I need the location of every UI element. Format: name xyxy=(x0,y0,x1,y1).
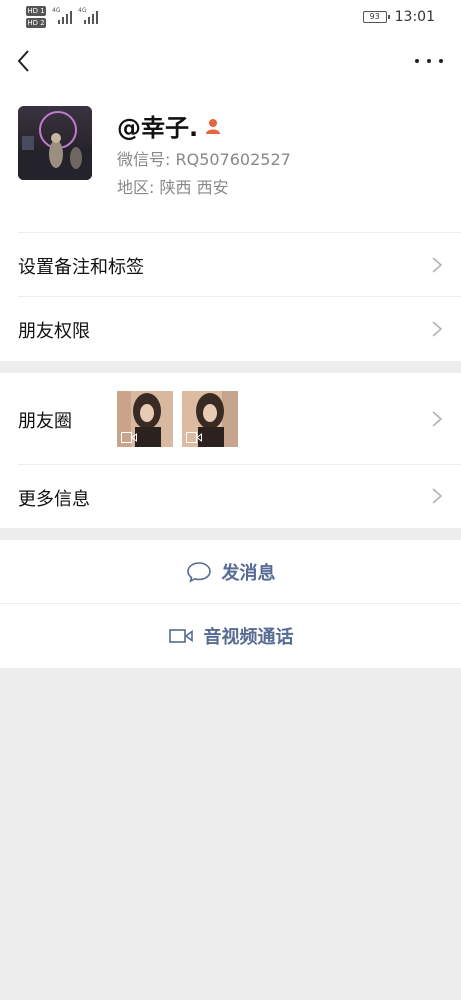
wechat-id: 微信号: RQ507602527 xyxy=(117,150,291,169)
hd2-badge: HD 2 xyxy=(26,18,46,28)
send-message-label: 发消息 xyxy=(221,563,276,584)
video-call-button[interactable]: 音视频通话 xyxy=(0,604,461,668)
clock: 13:01 xyxy=(394,9,435,25)
moments-thumbnail xyxy=(182,391,238,447)
signal-strength-icon: 4G xyxy=(78,8,100,24)
hd1-badge: HD 1 xyxy=(26,6,46,16)
chevron-left-icon xyxy=(17,50,29,72)
row-moments[interactable]: 朋友圈 xyxy=(0,373,461,465)
row-more-info[interactable]: 更多信息 xyxy=(0,465,461,528)
row-more-info-label: 更多信息 xyxy=(18,489,90,510)
moments-thumbnail xyxy=(117,391,173,447)
row-friend-permissions[interactable]: 朋友权限 xyxy=(0,297,461,361)
chat-bubble-icon xyxy=(186,562,211,583)
signal-indicators: HD 1 HD 2 4G 4G xyxy=(26,4,106,30)
profile-name: @幸子. xyxy=(117,114,199,142)
row-remark-tags[interactable]: 设置备注和标签 xyxy=(0,233,461,297)
video-camera-icon xyxy=(168,629,193,643)
chevron-right-icon xyxy=(432,321,443,337)
back-button[interactable] xyxy=(14,48,38,74)
avatar[interactable] xyxy=(18,106,92,180)
region: 地区: 陕西 西安 xyxy=(117,178,229,197)
more-dots-icon xyxy=(415,59,419,63)
status-bar: HD 1 HD 2 4G 4G 93 13:01 xyxy=(0,0,461,36)
signal-strength-icon: 4G xyxy=(52,8,74,24)
more-button[interactable] xyxy=(415,48,443,74)
chevron-right-icon xyxy=(432,488,443,504)
chevron-right-icon xyxy=(432,257,443,273)
video-call-label: 音视频通话 xyxy=(203,627,294,648)
send-message-button[interactable]: 发消息 xyxy=(0,540,461,604)
top-nav xyxy=(0,36,461,86)
chevron-right-icon xyxy=(432,411,443,427)
video-icon xyxy=(121,432,137,443)
profile-header: @幸子. 微信号: RQ507602527 地区: 陕西 西安 xyxy=(0,86,461,233)
person-icon xyxy=(206,118,221,134)
row-remark-tags-label: 设置备注和标签 xyxy=(18,257,144,278)
battery-icon: 93 xyxy=(362,11,390,23)
video-icon xyxy=(186,432,202,443)
row-moments-label: 朋友圈 xyxy=(18,411,72,432)
row-friend-permissions-label: 朋友权限 xyxy=(18,321,90,342)
